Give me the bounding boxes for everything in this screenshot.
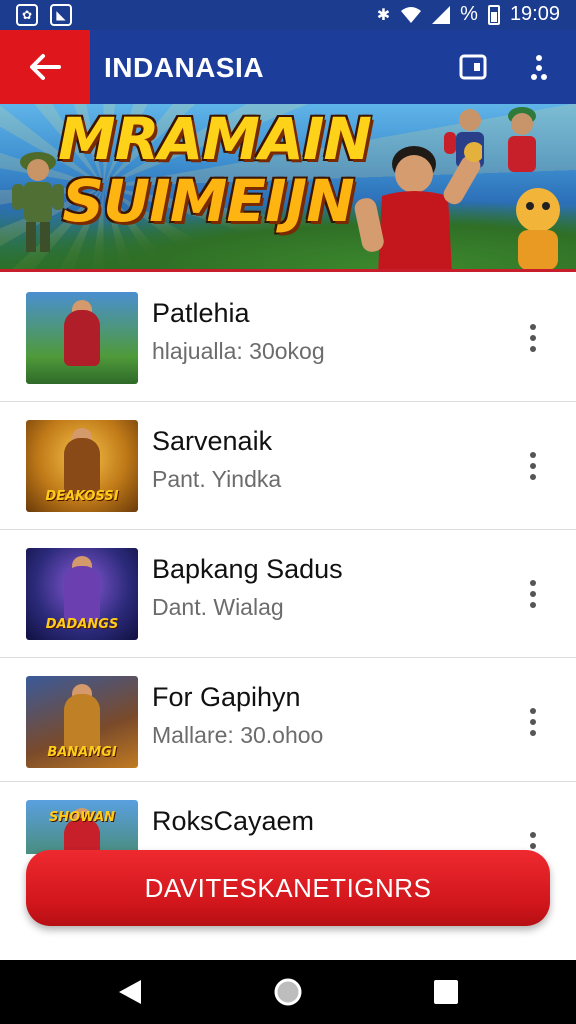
game-thumbnail: BANAMGI (26, 676, 138, 768)
game-thumbnail (26, 292, 138, 384)
game-thumbnail: DEAKOSSI (26, 420, 138, 512)
item-subtitle: Dant. Wialag (152, 594, 284, 620)
item-subtitle: hlajualla: 30okog (152, 338, 325, 364)
cell-signal-icon (432, 5, 451, 24)
item-more-button[interactable] (518, 574, 548, 614)
item-title: Sarvenaik (152, 426, 273, 456)
nav-recents-icon (434, 980, 458, 1004)
list-item[interactable]: DEAKOSSI Sarvenaik Pant. Yindka (0, 402, 576, 530)
arrow-left-icon (30, 54, 61, 80)
cast-icon (459, 54, 487, 80)
thumb-caption: BANAMGI (47, 745, 117, 760)
status-bar: ✿ ◣ ✱ % 19:09 (0, 0, 576, 30)
clock: 19:09 (509, 3, 560, 25)
banner-title: MRAMAIN SUIMEIJN (58, 105, 372, 235)
app-bar: INDANASIA (0, 30, 576, 104)
primary-cta-button[interactable]: DAVITESKANETIGNRS (26, 850, 550, 926)
game-thumbnail: SHOWAN (26, 800, 138, 854)
thumb-figure (64, 694, 100, 750)
status-bar-notifications: ✿ ◣ (16, 4, 72, 26)
item-title: RoksCayaem (152, 806, 315, 836)
page-title: INDANASIA (104, 52, 265, 83)
battery-icon (487, 4, 500, 25)
list-item[interactable]: SHOWAN RoksCayaem (0, 782, 576, 854)
banner-title-line-1: MRAMAIN (58, 105, 372, 173)
cast-button[interactable] (456, 50, 490, 84)
more-vert-icon (531, 55, 547, 80)
thumb-figure (64, 310, 100, 366)
status-bar-system: ✱ % 19:09 (377, 3, 560, 26)
main-hero-character-art (354, 142, 482, 269)
system-nav-bar (0, 960, 576, 1024)
nav-home-icon (274, 978, 302, 1006)
cta-container: DAVITESKANETIGNRS (26, 850, 550, 926)
game-thumbnail: DADANGS (26, 548, 138, 640)
bluetooth-icon: ✱ (376, 5, 391, 24)
item-title: Patlehia (152, 298, 250, 328)
thumb-caption: SHOWAN (48, 810, 116, 825)
hero-character-art (508, 107, 536, 172)
banner-title-line-2: SUIMEIJN (62, 167, 355, 235)
thumb-figure (64, 566, 100, 622)
percent-label: % (460, 3, 478, 25)
nav-back-icon (119, 980, 141, 1004)
wifi-icon (401, 6, 422, 23)
list-item[interactable]: BANAMGI For Gapihyn Mallare: 30.ohoo (0, 658, 576, 782)
promo-banner[interactable]: MRAMAIN SUIMEIJN (0, 104, 576, 272)
list-item[interactable]: DADANGS Bapkang Sadus Dant. Wialag (0, 530, 576, 658)
item-more-button[interactable] (518, 318, 548, 358)
nav-back-button[interactable] (114, 976, 146, 1008)
item-more-button[interactable] (518, 446, 548, 486)
thumb-figure (64, 438, 100, 494)
app-notification-icon: ✿ (16, 4, 38, 26)
item-more-button[interactable] (518, 702, 548, 742)
thumb-caption: DEAKOSSI (45, 489, 119, 504)
thumb-caption: DADANGS (45, 617, 119, 632)
game-list: Patlehia hlajualla: 30okog DEAKOSSI Sarv… (0, 274, 576, 854)
nav-home-button[interactable] (272, 976, 304, 1008)
item-title: Bapkang Sadus (152, 554, 343, 584)
nav-recents-button[interactable] (430, 976, 462, 1008)
item-subtitle: Mallare: 30.ohoo (152, 722, 324, 748)
mascot-character-art (516, 188, 560, 269)
app-notification-icon: ◣ (50, 4, 72, 26)
overflow-menu-button[interactable] (522, 50, 556, 84)
item-subtitle: Pant. Yindka (152, 466, 282, 492)
back-button[interactable] (0, 30, 90, 104)
item-title: For Gapihyn (152, 682, 301, 712)
list-item[interactable]: Patlehia hlajualla: 30okog (0, 274, 576, 402)
